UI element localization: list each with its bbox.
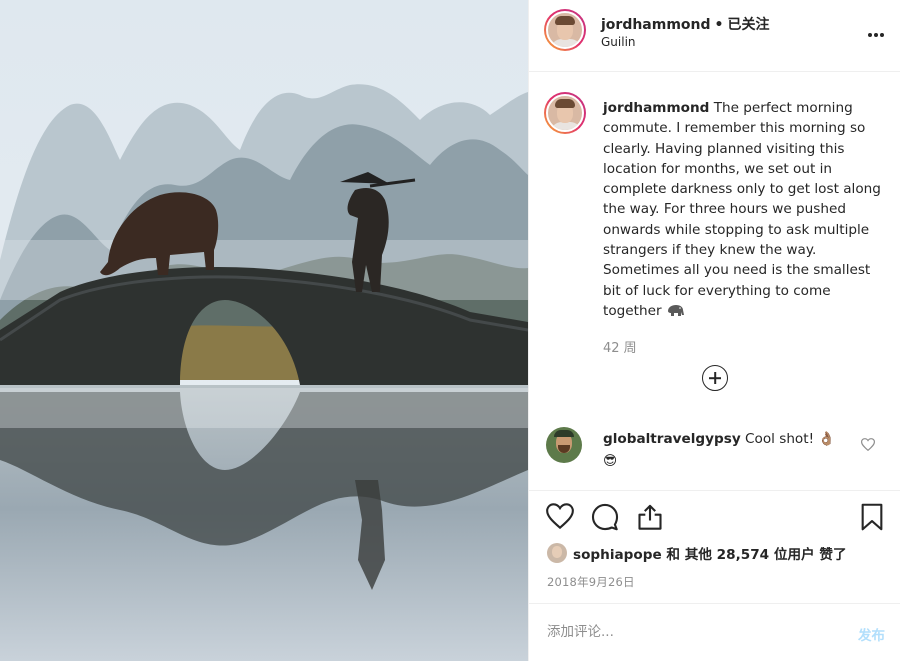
comment-body: Cool shot! 👌🏽 — [745, 431, 836, 447]
caption-author-avatar[interactable] — [544, 92, 586, 134]
post-comment-button[interactable]: 发布 — [858, 624, 885, 644]
comment-item: globaltravelgypsy Cool shot! 👌🏽 😎 — [529, 424, 900, 474]
comment-input[interactable] — [547, 620, 827, 644]
post-date[interactable]: 2018年9月26日 — [547, 574, 635, 590]
post-age[interactable]: 42 周 — [603, 337, 637, 356]
follow-status[interactable]: 已关注 — [728, 17, 770, 33]
comment-bubble-icon[interactable] — [591, 503, 619, 535]
commenter-avatar[interactable] — [546, 427, 582, 463]
commenter-username[interactable]: globaltravelgypsy — [603, 431, 741, 447]
liker-avatar[interactable] — [547, 543, 567, 563]
plus-circle-icon[interactable] — [702, 365, 728, 391]
caption-username[interactable]: jordhammond — [603, 100, 709, 116]
header-user-line: jordhammond • 已关注 — [601, 14, 770, 34]
author-username[interactable]: jordhammond — [601, 17, 711, 33]
caption-body: The perfect morning commute. I remember … — [603, 100, 881, 319]
comment-emoji: 😎 — [603, 453, 618, 469]
separator-dot: • — [714, 17, 724, 33]
post-header: jordhammond • 已关注 Guilin — [529, 0, 900, 72]
share-icon[interactable] — [636, 503, 664, 535]
post-location[interactable]: Guilin — [601, 35, 636, 49]
bookmark-icon[interactable] — [859, 503, 885, 535]
comment-composer: 发布 — [529, 603, 900, 661]
author-avatar[interactable] — [544, 9, 586, 51]
post-photo[interactable] — [0, 0, 528, 661]
post-side-panel: jordhammond • 已关注 Guilin jordhammond The p… — [528, 0, 900, 661]
comment-like-heart-icon[interactable] — [860, 436, 876, 455]
caption-text: jordhammond The perfect morning commute.… — [603, 98, 883, 324]
comment-text: globaltravelgypsy Cool shot! 👌🏽 😎 — [603, 428, 843, 472]
photo-scene — [0, 0, 528, 661]
more-options-icon[interactable] — [867, 22, 885, 43]
likes-text: sophiapope 和 其他 28,574 位用户 赞了 — [573, 547, 847, 563]
elephant-icon — [666, 304, 686, 324]
heart-icon[interactable] — [546, 503, 574, 533]
action-bar: sophiapope 和 其他 28,574 位用户 赞了 2018年9月26日 — [529, 490, 900, 600]
likes-summary[interactable]: sophiapope 和 其他 28,574 位用户 赞了 — [547, 543, 847, 563]
